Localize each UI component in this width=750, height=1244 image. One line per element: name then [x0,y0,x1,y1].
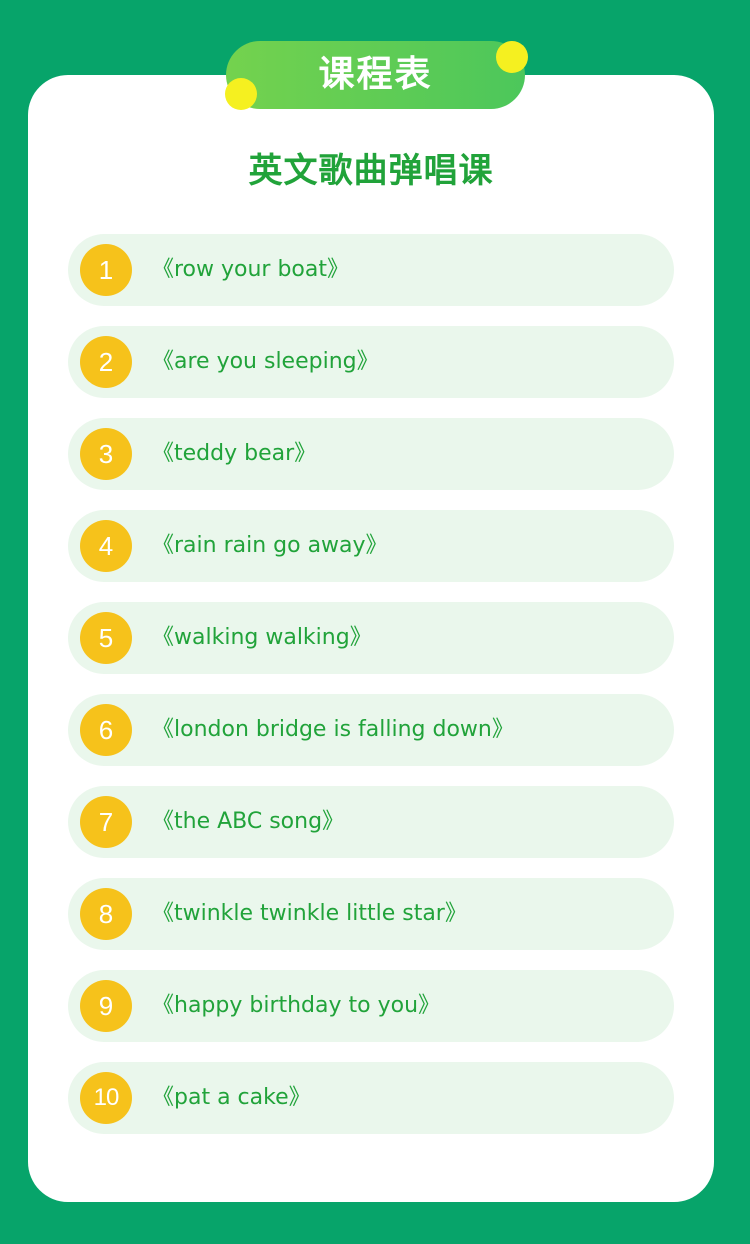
course-item-10: 10 《pat a cake》 [68,1062,674,1134]
course-item-4: 4 《rain rain go away》 [68,510,674,582]
course-title: 《london bridge is falling down》 [152,717,514,742]
course-title: 《pat a cake》 [152,1085,311,1110]
course-item-7: 7 《the ABC song》 [68,786,674,858]
course-number-badge: 5 [80,612,132,664]
course-title: 《the ABC song》 [152,809,345,834]
course-number-badge: 8 [80,888,132,940]
course-title: 《teddy bear》 [152,441,317,466]
course-number-badge: 6 [80,704,132,756]
course-title: 《happy birthday to you》 [152,993,441,1018]
course-item-8: 8 《twinkle twinkle little star》 [68,878,674,950]
header-title: 课程表 [318,54,433,95]
course-number-badge: 7 [80,796,132,848]
course-number-badge: 4 [80,520,132,572]
course-title: 《are you sleeping》 [152,349,379,374]
header-badge: 课程表 [226,41,525,109]
course-number-badge: 3 [80,428,132,480]
course-title: 《rain rain go away》 [152,533,388,558]
course-item-9: 9 《happy birthday to you》 [68,970,674,1042]
course-item-2: 2 《are you sleeping》 [68,326,674,398]
course-number-badge: 1 [80,244,132,296]
course-number-badge: 2 [80,336,132,388]
course-item-3: 3 《teddy bear》 [68,418,674,490]
course-number-badge: 10 [80,1072,132,1124]
decor-dot-left [225,78,257,110]
course-number-badge: 9 [80,980,132,1032]
decor-dot-right [496,41,528,73]
course-title: 《twinkle twinkle little star》 [152,901,467,926]
course-subtitle: 英文歌曲弹唱课 [248,151,494,191]
course-item-6: 6 《london bridge is falling down》 [68,694,674,766]
course-item-5: 5 《walking walking》 [68,602,674,674]
course-title: 《row your boat》 [152,257,350,282]
course-title: 《walking walking》 [152,625,372,650]
course-item-1: 1 《row your boat》 [68,234,674,306]
